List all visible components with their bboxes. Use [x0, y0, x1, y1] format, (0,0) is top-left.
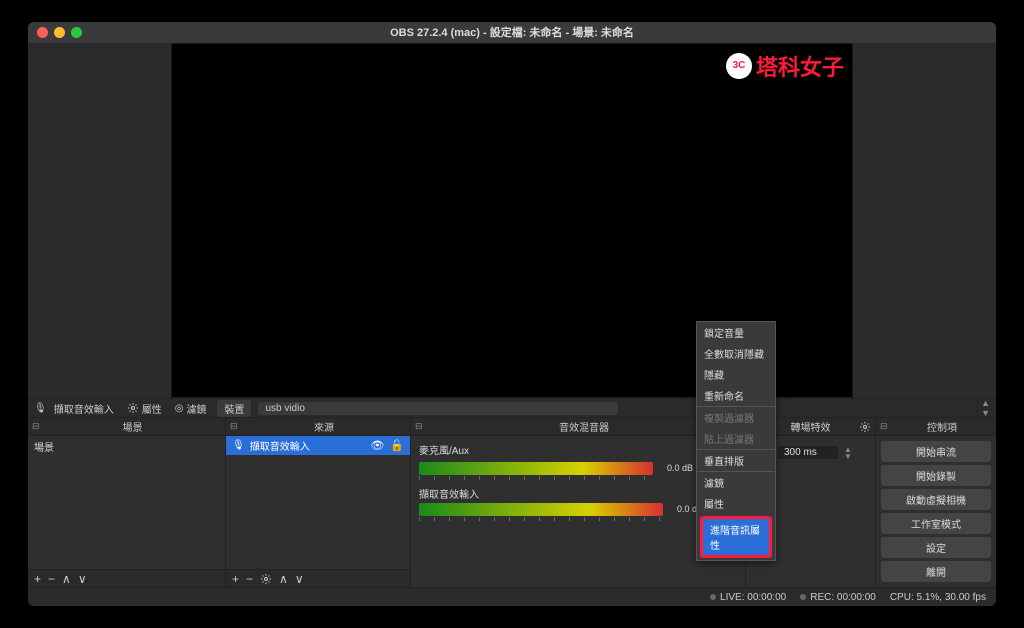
preview-right-gutter	[853, 43, 996, 398]
add-source-button[interactable]: +	[232, 572, 239, 586]
sources-header[interactable]: ⊟ 來源	[226, 418, 410, 436]
controls-header[interactable]: ⊟ 控制項	[876, 418, 996, 436]
volume-meter	[419, 503, 663, 516]
selected-source-name: 擷取音效輸入	[54, 401, 114, 416]
add-scene-button[interactable]: +	[34, 572, 41, 586]
mixer-channel-name: 擷取音效輸入	[419, 486, 737, 501]
gear-icon[interactable]	[859, 421, 871, 433]
volume-meter	[419, 462, 653, 475]
mic-icon: 🎙	[232, 440, 245, 451]
menu-properties[interactable]: 屬性	[697, 493, 775, 514]
dock-grip-icon[interactable]: ⊟	[415, 421, 427, 432]
dock-panels: ⊟ 場景 場景 + − ∧ ∨ ⊟ 來源 🎙 擷取音效輸入	[28, 418, 996, 587]
mixer-header[interactable]: ⊟ 音效混音器	[411, 418, 745, 436]
device-label: 裝置	[217, 400, 251, 417]
menu-hide[interactable]: 隱藏	[697, 364, 775, 385]
rec-dot-icon	[800, 594, 806, 600]
filters-icon: ◎	[175, 403, 184, 414]
status-cpu: CPU: 5.1%, 30.00 fps	[890, 592, 986, 603]
menu-copy-filters: 複製過濾器	[697, 407, 775, 428]
status-live: LIVE: 00:00:00	[710, 592, 786, 603]
studio-mode-button[interactable]: 工作室模式	[881, 513, 991, 534]
app-window: OBS 27.2.4 (mac) - 設定檔: 未命名 - 場景: 未命名 3C…	[28, 22, 996, 606]
menu-unhide-all[interactable]: 全數取消隱藏	[697, 343, 775, 364]
menu-vertical-layout[interactable]: 垂直排版	[697, 450, 775, 471]
settings-button[interactable]: 設定	[881, 537, 991, 558]
statusbar: LIVE: 00:00:00 REC: 00:00:00 CPU: 5.1%, …	[28, 587, 996, 606]
properties-button[interactable]: 屬性	[127, 401, 162, 416]
sources-panel: ⊟ 來源 🎙 擷取音效輸入 👁 🔓 + − ∧	[226, 418, 411, 587]
preview-left-gutter	[28, 43, 171, 398]
sources-toolbar: + − ∧ ∨	[226, 569, 410, 587]
menu-filters[interactable]: 濾鏡	[697, 472, 775, 493]
menu-advanced-audio-highlighted[interactable]: 進階音訊屬性	[700, 516, 772, 558]
duration-input[interactable]: 300 ms	[778, 446, 838, 459]
live-dot-icon	[710, 594, 716, 600]
mic-icon: 🎙	[34, 403, 47, 414]
source-down-button[interactable]: ∨	[295, 572, 304, 586]
dock-grip-icon[interactable]: ⊟	[32, 421, 44, 432]
start-recording-button[interactable]: 開始錄製	[881, 465, 991, 486]
watermark-text: 塔科女子	[756, 50, 844, 82]
mixer-db-value: 0.0 dB	[657, 463, 693, 473]
duration-stepper[interactable]: ▲▼	[844, 446, 852, 460]
device-stepper-icon[interactable]: ▲▼	[981, 398, 990, 418]
scenes-header[interactable]: ⊟ 場景	[28, 418, 225, 436]
filters-button[interactable]: ◎ 濾鏡	[175, 401, 207, 416]
mixer-channel-name: 麥克風/Aux	[419, 442, 737, 457]
remove-scene-button[interactable]: −	[48, 572, 55, 586]
gear-icon	[260, 573, 272, 585]
status-rec: REC: 00:00:00	[800, 592, 876, 603]
remove-source-button[interactable]: −	[246, 572, 253, 586]
scenes-panel: ⊟ 場景 場景 + − ∧ ∨	[28, 418, 226, 587]
virtual-camera-button[interactable]: 啟動虛擬相機	[881, 489, 991, 510]
gear-icon	[127, 402, 139, 414]
device-dropdown[interactable]: usb vidio	[258, 402, 618, 415]
visibility-toggle-icon[interactable]: 👁	[370, 439, 384, 452]
menu-rename[interactable]: 重新命名	[697, 385, 775, 406]
lock-toggle-icon[interactable]: 🔓	[390, 439, 404, 452]
scene-item[interactable]: 場景	[28, 436, 225, 457]
scene-down-button[interactable]: ∨	[78, 572, 87, 586]
source-context-bar: 🎙 擷取音效輸入 屬性 ◎ 濾鏡 裝置 usb vidio ▲▼	[28, 398, 996, 418]
watermark-avatar: 3C	[726, 53, 752, 79]
scenes-toolbar: + − ∧ ∨	[28, 569, 225, 587]
start-streaming-button[interactable]: 開始串流	[881, 441, 991, 462]
window-title: OBS 27.2.4 (mac) - 設定檔: 未命名 - 場景: 未命名	[28, 24, 996, 40]
menu-lock-volume[interactable]: 鎖定音量	[697, 322, 775, 343]
exit-button[interactable]: 離開	[881, 561, 991, 582]
mixer-context-menu: 鎖定音量 全數取消隱藏 隱藏 重新命名 複製過濾器 貼上過濾器 垂直排版 濾鏡 …	[696, 321, 776, 561]
preview-row: 3C 塔科女子	[28, 43, 996, 398]
titlebar[interactable]: OBS 27.2.4 (mac) - 設定檔: 未命名 - 場景: 未命名	[28, 22, 996, 43]
source-up-button[interactable]: ∧	[279, 572, 288, 586]
source-item-label: 擷取音效輸入	[250, 438, 310, 453]
dock-grip-icon[interactable]: ⊟	[880, 421, 892, 432]
watermark: 3C 塔科女子	[726, 50, 844, 82]
source-item-selected[interactable]: 🎙 擷取音效輸入 👁 🔓	[226, 436, 410, 455]
scene-up-button[interactable]: ∧	[62, 572, 71, 586]
controls-panel: ⊟ 控制項 開始串流 開始錄製 啟動虛擬相機 工作室模式 設定 離開	[876, 418, 996, 587]
source-settings-button[interactable]	[260, 573, 272, 585]
menu-paste-filters: 貼上過濾器	[697, 428, 775, 449]
dock-grip-icon[interactable]: ⊟	[230, 421, 242, 432]
